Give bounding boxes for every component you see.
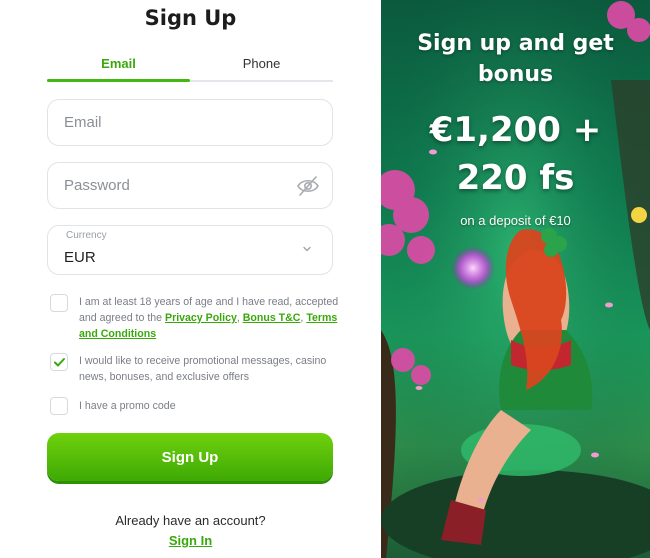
checkmark-icon	[54, 358, 65, 367]
privacy-policy-link[interactable]: Privacy Policy	[165, 312, 237, 324]
bonus-tc-link[interactable]: Bonus T&C	[243, 312, 301, 324]
promo-optin-checkbox[interactable]	[50, 353, 68, 371]
password-input[interactable]	[64, 177, 284, 194]
already-have-account-text: Already have an account?	[115, 513, 266, 528]
chevron-down-icon	[303, 246, 311, 252]
promo-code-row: I have a promo code	[50, 397, 340, 417]
page-title: Sign Up	[144, 6, 237, 30]
promo-optin-row: I would like to receive promotional mess…	[50, 353, 340, 385]
signup-method-tabs: Email Phone	[47, 54, 333, 82]
promo-optin-text: I would like to receive promotional mess…	[79, 355, 327, 383]
tab-phone[interactable]: Phone	[190, 54, 333, 82]
promo-headline: Sign up and get bonus	[417, 31, 614, 87]
promo-amount-line2: 220 fs	[456, 158, 575, 198]
eye-off-icon[interactable]	[296, 175, 320, 197]
sign-in-link[interactable]: Sign In	[0, 533, 381, 548]
age-terms-checkbox[interactable]	[50, 294, 68, 312]
tab-email[interactable]: Email	[47, 54, 190, 82]
age-terms-text: I am at least 18 years of age and I have…	[79, 294, 341, 342]
promo-subline: on a deposit of €10	[460, 213, 571, 228]
password-field-container	[47, 162, 333, 209]
currency-value: EUR	[64, 249, 96, 266]
currency-label: Currency	[66, 230, 107, 241]
signup-form-panel: Sign Up Email Phone Currency EUR I am at…	[0, 0, 381, 558]
email-input[interactable]	[64, 114, 284, 131]
signup-button[interactable]: Sign Up	[47, 433, 333, 481]
email-field-container	[47, 99, 333, 146]
promo-amount: €1,200 + 220 fs	[381, 106, 650, 202]
currency-select[interactable]: Currency EUR	[47, 225, 333, 275]
promo-banner: Sign up and get bonus €1,200 + 220 fs on…	[381, 0, 650, 558]
promo-code-text: I have a promo code	[79, 400, 176, 412]
age-terms-row: I am at least 18 years of age and I have…	[50, 294, 340, 342]
promo-code-checkbox[interactable]	[50, 397, 68, 415]
promo-amount-line1: €1,200 +	[429, 110, 602, 150]
